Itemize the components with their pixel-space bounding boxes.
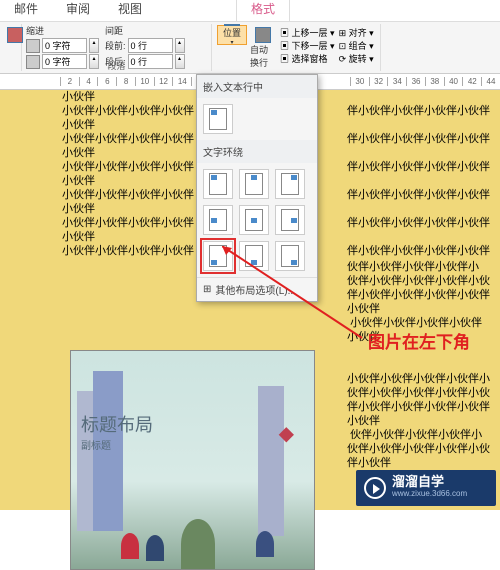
inserted-image[interactable]: 标题布局 副标题 ◆ [70, 350, 315, 570]
tab-view[interactable]: 视图 [104, 0, 156, 21]
after-input[interactable]: 0 行 [128, 54, 173, 69]
indent-label: 缩进 [26, 24, 99, 37]
indent-left-icon [26, 39, 40, 53]
watermark-url: www.zixue.3d66.com [392, 488, 467, 500]
selection-pane-button[interactable]: ▣ 选择窗格 [280, 52, 335, 65]
tab-mail[interactable]: 邮件 [0, 0, 52, 21]
tab-format[interactable]: 格式 [236, 0, 290, 21]
indent-left-input[interactable]: 0 字符 [42, 38, 87, 53]
send-backward-button[interactable]: ▣ 下移一层 ▾ [280, 39, 335, 52]
layout-icon: ⊞ [203, 284, 211, 295]
position-top-right[interactable] [275, 169, 305, 199]
play-icon [364, 477, 386, 499]
align-button[interactable]: ⊞ 对齐 ▾ [339, 26, 374, 39]
spinner-button[interactable]: ▴ [89, 54, 99, 69]
position-bottom-center[interactable] [239, 241, 269, 271]
position-bottom-left[interactable] [203, 241, 233, 271]
dropdown-section-inline: 嵌入文本行中 [197, 75, 317, 98]
cover-title: 标题布局 [81, 411, 153, 437]
right-column-text: 伙伴小伙伴小伙伴小伙伴小 伙伴小伙伴小伙伴小伙伴小伙 伴小伙伴小伙伴小伙伴小伙伴… [347, 260, 490, 470]
bring-forward-button[interactable]: ▣ 上移一层 ▾ [280, 26, 335, 39]
paragraph-group-label: 段落 [107, 59, 125, 72]
position-bottom-right[interactable] [275, 241, 305, 271]
spinner-button[interactable]: ▴ [89, 38, 99, 53]
auto-wrap-button[interactable]: 自动换行 [248, 24, 278, 71]
before-label: 段前: [105, 39, 126, 52]
cover-subtitle: 副标题 [81, 437, 111, 452]
tab-review[interactable]: 审阅 [52, 0, 104, 21]
position-dropdown: 嵌入文本行中 文字环绕 ⊞ 其他布局选项(L)... [196, 74, 318, 302]
annotation-text: 图片在左下角 [368, 328, 470, 353]
before-input[interactable]: 0 行 [128, 38, 173, 53]
position-inline[interactable] [203, 104, 233, 134]
watermark: 溜溜自学 www.zixue.3d66.com [356, 470, 496, 506]
spinner-button[interactable]: ▴ [175, 54, 185, 69]
position-button[interactable]: 位置 ▾ [217, 25, 247, 45]
watermark-title: 溜溜自学 [392, 476, 467, 488]
dropdown-section-wrap: 文字环绕 [197, 140, 317, 163]
position-middle-left[interactable] [203, 205, 233, 235]
more-layout-options[interactable]: ⊞ 其他布局选项(L)... [197, 277, 317, 301]
rotate-button[interactable]: ⟳ 旋转 ▾ [339, 52, 374, 65]
position-middle-right[interactable] [275, 205, 305, 235]
spacing-label: 间距 [105, 24, 185, 37]
group-button[interactable]: ⊡ 组合 ▾ [339, 39, 374, 52]
indent-right-icon [26, 55, 40, 69]
ribbon: 缩进 0 字符 ▴ 0 字符 ▴ 间距 段前: 0 行 ▴ [0, 22, 500, 74]
spinner-button[interactable]: ▴ [175, 38, 185, 53]
ribbon-tabs: 邮件 审阅 视图 格式 [0, 0, 500, 22]
position-top-left[interactable] [203, 169, 233, 199]
kite-icon: ◆ [279, 421, 294, 446]
position-top-center[interactable] [239, 169, 269, 199]
position-middle-center[interactable] [239, 205, 269, 235]
indent-right-input[interactable]: 0 字符 [42, 54, 87, 69]
